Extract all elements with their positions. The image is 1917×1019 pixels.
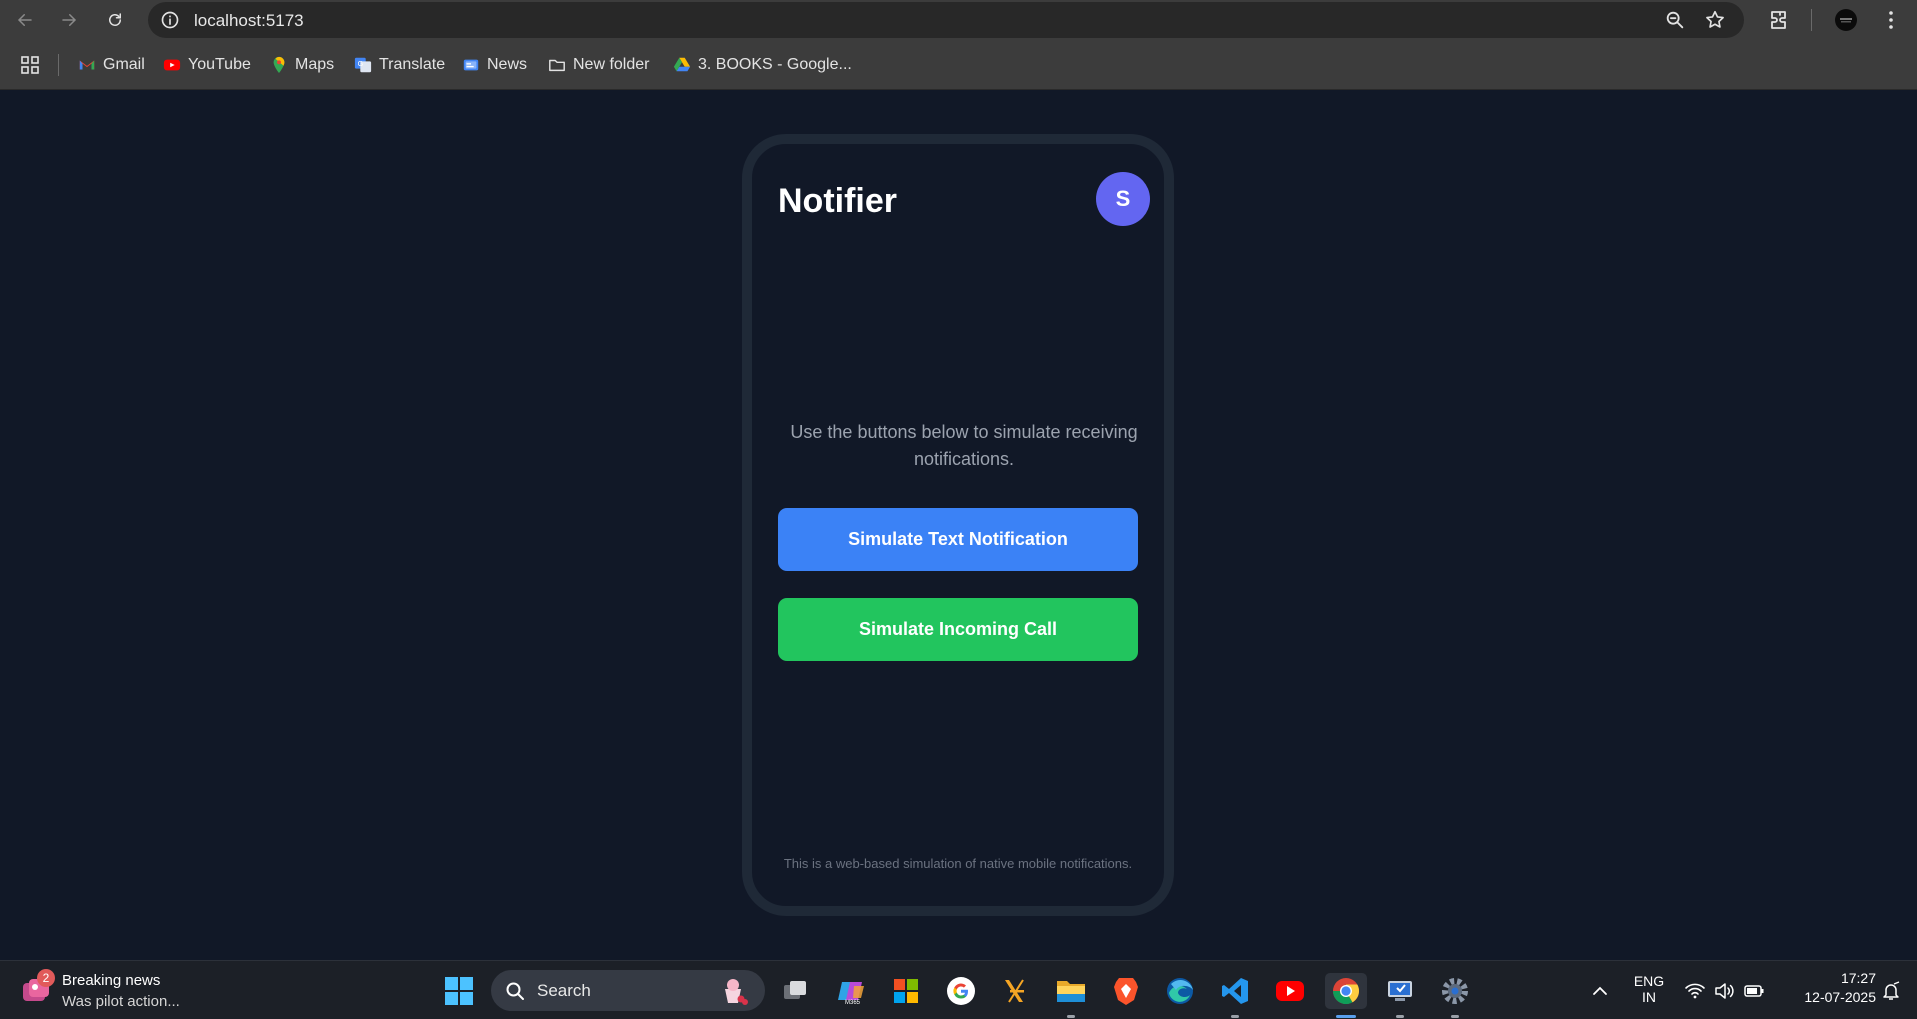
simulate-incoming-call-button[interactable]: Simulate Incoming Call: [778, 598, 1138, 661]
bookmark-star-icon[interactable]: [1704, 9, 1726, 31]
battery-icon[interactable]: [1743, 980, 1765, 1002]
chevron-up-icon[interactable]: [1589, 980, 1611, 1002]
bookmark-books-drive[interactable]: 3. BOOKS - Google...: [673, 53, 852, 77]
translate-icon: G: [354, 57, 372, 73]
wifi-icon[interactable]: [1684, 980, 1706, 1002]
clock-date: 12-07-2025: [1804, 989, 1876, 1005]
volume-icon[interactable]: [1713, 980, 1735, 1002]
language-indicator[interactable]: ENG IN: [1628, 973, 1670, 1005]
arrow-left-icon: [17, 14, 32, 26]
browser-toolbar: localhost:5173: [0, 0, 1917, 40]
taskbar-remote-desktop[interactable]: [1382, 973, 1418, 1018]
clock[interactable]: 17:27 12-07-2025: [1780, 970, 1876, 1005]
back-button[interactable]: [11, 6, 39, 34]
site-info-icon[interactable]: [160, 10, 180, 30]
edge-icon: [1167, 978, 1193, 1004]
taskbar-settings[interactable]: [1437, 973, 1473, 1018]
apps-grid-icon[interactable]: [20, 55, 40, 75]
reload-button[interactable]: [101, 6, 129, 34]
taskbar-youtube[interactable]: [1272, 973, 1308, 1009]
chrome-icon: [1332, 978, 1360, 1005]
footer-note: This is a web-based simulation of native…: [783, 856, 1133, 871]
address-bar[interactable]: localhost:5173: [148, 2, 1744, 38]
code-editor-icon: [1005, 979, 1024, 1003]
instructions-text: Use the buttons below to simulate receiv…: [790, 422, 1138, 469]
taskbar-file-explorer[interactable]: [1053, 973, 1089, 1018]
clock-time: 17:27: [1840, 970, 1876, 986]
google-drive-icon: [673, 57, 691, 72]
folder-icon: [549, 59, 565, 72]
taskbar-code-editor[interactable]: [998, 973, 1034, 1009]
url-text[interactable]: localhost:5173: [194, 11, 304, 31]
bookmark-news[interactable]: News: [462, 53, 527, 77]
bookmark-maps[interactable]: Maps: [270, 53, 334, 77]
microsoft-store-icon: [894, 979, 918, 1003]
app-title: Notifier: [778, 182, 897, 220]
vscode-icon: [1222, 978, 1248, 1004]
reload-icon: [109, 13, 121, 26]
news-subtitle: Was pilot action...: [62, 993, 180, 1010]
brave-icon: [1114, 978, 1138, 1005]
search-icon: [506, 982, 524, 1000]
zoom-icon[interactable]: [1664, 9, 1686, 31]
running-indicator: [1396, 1015, 1404, 1018]
taskbar-search[interactable]: Search: [491, 970, 765, 1011]
m365-copilot-icon: M365: [838, 982, 864, 1006]
extensions-icon[interactable]: [1767, 8, 1791, 32]
taskbar: 2 Breaking news Was pilot action... Sear…: [0, 960, 1917, 1019]
svg-text:M365: M365: [845, 1000, 861, 1006]
news-icon: [463, 59, 479, 71]
youtube-app-icon: [1276, 981, 1304, 1001]
taskbar-chrome[interactable]: [1325, 973, 1367, 1018]
maps-icon: [273, 56, 285, 74]
windows-start-icon[interactable]: [444, 976, 474, 1006]
task-view-icon: [784, 981, 806, 999]
notification-bell-icon[interactable]: [1880, 980, 1902, 1002]
simulate-text-notification-button[interactable]: Simulate Text Notification: [778, 508, 1138, 571]
news-badge: 2: [37, 969, 55, 987]
taskbar-google[interactable]: [943, 973, 979, 1009]
search-label: Search: [537, 981, 591, 1000]
bookmark-translate[interactable]: G Translate: [354, 53, 445, 77]
user-avatar[interactable]: S: [1096, 172, 1150, 226]
arrow-right-icon: [62, 14, 77, 26]
taskbar-vscode[interactable]: [1217, 973, 1253, 1018]
running-indicator: [1067, 1015, 1075, 1018]
taskbar-task-view[interactable]: [777, 973, 813, 1009]
forward-button[interactable]: [55, 6, 83, 34]
running-indicator: [1231, 1015, 1239, 1018]
svg-text:G: G: [358, 59, 364, 68]
bookmarks-bar: Gmail YouTube Maps G Translate News New …: [0, 40, 1917, 90]
remote-desktop-icon: [1388, 981, 1412, 1001]
phone-frame: Notifier S Use the buttons below to simu…: [742, 134, 1174, 916]
profile-avatar-icon[interactable]: [1834, 8, 1858, 32]
toolbar-divider: [1811, 9, 1812, 31]
file-explorer-icon: [1057, 981, 1085, 1002]
settings-gear-icon: [1442, 978, 1468, 1004]
bookmark-gmail[interactable]: Gmail: [78, 53, 145, 77]
bookmarks-divider: [58, 54, 59, 76]
gmail-icon: [79, 60, 95, 70]
google-icon: [947, 977, 975, 1005]
app-page: Notifier S Use the buttons below to simu…: [0, 91, 1917, 960]
news-title: Breaking news: [62, 972, 161, 989]
youtube-icon: [163, 59, 181, 71]
taskbar-brave[interactable]: [1108, 973, 1144, 1009]
active-indicator: [1336, 1015, 1356, 1018]
bookmark-new-folder[interactable]: New folder: [548, 53, 649, 77]
search-highlight-icon: [725, 979, 748, 1005]
more-menu-icon[interactable]: [1879, 8, 1903, 32]
taskbar-store[interactable]: [888, 973, 924, 1009]
taskbar-edge[interactable]: [1162, 973, 1198, 1009]
taskbar-m365[interactable]: M365: [833, 973, 869, 1009]
bookmark-youtube[interactable]: YouTube: [163, 53, 251, 77]
running-indicator: [1451, 1015, 1459, 1018]
